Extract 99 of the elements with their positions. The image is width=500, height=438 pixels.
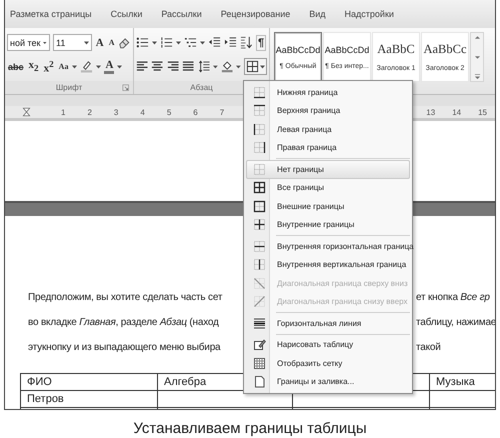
- ribbon-tab[interactable]: Рассылки: [161, 9, 202, 19]
- left-border-icon: [253, 122, 266, 136]
- ruler-number: 7: [220, 108, 224, 116]
- horizontal-line-icon: [253, 316, 266, 330]
- multilevel-list-icon[interactable]: [184, 36, 197, 49]
- menu-item[interactable]: Горизонтальная линия: [246, 314, 410, 332]
- dropdown-caret-icon[interactable]: [43, 40, 47, 44]
- paragraph-text: Предположим, вы хотите сделать часть сет: [28, 291, 224, 305]
- menu-item[interactable]: Внешние границы: [246, 197, 410, 216]
- table-header-cell: Музыка: [430, 374, 495, 390]
- dropdown-caret-icon[interactable]: [84, 40, 89, 44]
- more-styles-icon[interactable]: [472, 72, 482, 81]
- right-border-icon: [253, 141, 266, 154]
- align-right-icon[interactable]: [166, 60, 180, 73]
- subscript-button[interactable]: x$_{2}$: [28, 58, 40, 76]
- ruler-number: 3: [114, 108, 118, 116]
- no-border-icon: [253, 162, 266, 176]
- decrease-indent-icon[interactable]: [208, 36, 221, 49]
- ruler-number: 2: [87, 108, 92, 116]
- ruler-number: 13: [426, 108, 436, 116]
- paragraph-text: такой: [416, 341, 441, 355]
- dropdown-caret-icon[interactable]: [117, 64, 122, 68]
- increase-indent-icon[interactable]: [224, 36, 237, 49]
- bottom-border-icon: [253, 86, 266, 99]
- inside-horizontal-border-icon: [253, 240, 266, 253]
- change-case-button[interactable]: Aa: [58, 60, 70, 74]
- menu-item[interactable]: Левая граница: [246, 120, 410, 138]
- menu-item[interactable]: Внутренние границы: [246, 216, 410, 234]
- top-border-icon: [253, 104, 266, 118]
- menu-item[interactable]: Все границы: [246, 178, 410, 197]
- superscript-button[interactable]: x$^{2}$: [42, 57, 55, 76]
- style-sample: AaBbCcDd: [276, 44, 320, 54]
- dropdown-caret-icon[interactable]: [260, 64, 265, 68]
- inside-borders-icon: [253, 218, 266, 232]
- group-label: Абзац: [190, 83, 213, 92]
- show-formatting-button[interactable]: ¶: [256, 34, 266, 50]
- figure-caption: Устанавливаем границы таблицы: [132, 420, 368, 437]
- paragraph-text: ет кнопка Все гр: [416, 291, 490, 305]
- dropdown-caret-icon[interactable]: [72, 64, 78, 68]
- borders-icon: [246, 60, 259, 73]
- table-cell: Петров: [20, 390, 158, 408]
- dropdown-caret-icon[interactable]: [176, 40, 181, 44]
- ruler-number: 14: [452, 108, 462, 116]
- table-header-cell: ФИО: [20, 374, 158, 390]
- sort-icon[interactable]: [240, 36, 253, 49]
- ribbon-tab[interactable]: Ссылки: [110, 9, 142, 19]
- menu-item[interactable]: Верхняя граница: [246, 102, 410, 120]
- dropdown-caret-icon[interactable]: [96, 64, 102, 68]
- menu-item[interactable]: Правая граница: [246, 138, 410, 157]
- indent-marker-icon[interactable]: [22, 107, 31, 117]
- line-spacing-icon[interactable]: [198, 60, 210, 73]
- ruler-number: 6: [193, 108, 198, 116]
- dialog-launcher-icon[interactable]: [122, 84, 130, 92]
- menu-item[interactable]: Нижняя граница: [246, 83, 410, 102]
- grow-font-button[interactable]: A: [94, 36, 105, 50]
- menu-item[interactable]: Нарисовать таблицу: [246, 336, 410, 354]
- align-left-icon[interactable]: [136, 60, 148, 73]
- dropdown-caret-icon[interactable]: [236, 64, 241, 68]
- all-borders-icon: [253, 181, 266, 194]
- menu-item[interactable]: Внутренняя вертикальная граница: [246, 256, 410, 274]
- shading-icon[interactable]: [220, 60, 234, 73]
- paragraph-text: этукнопку и из выпадающего меню выбира: [28, 341, 222, 355]
- ribbon-tab[interactable]: Рецензирование: [220, 9, 290, 19]
- paragraph-text: во вкладке Главная, разделе Абзац (наход: [28, 316, 220, 330]
- borders-button[interactable]: [244, 58, 267, 75]
- menu-item[interactable]: Нет границы: [246, 160, 410, 178]
- strikethrough-button[interactable]: abc: [7, 60, 25, 74]
- font-size-field[interactable]: 11: [53, 34, 92, 51]
- style-sample: AaBbC: [377, 42, 415, 57]
- font-name-field[interactable]: ной тек: [7, 34, 50, 51]
- group-label: Шрифт: [56, 83, 82, 92]
- ruler-number: 15: [478, 108, 487, 116]
- ribbon-tab[interactable]: Надстройки: [344, 9, 394, 19]
- align-center-icon[interactable]: [151, 60, 164, 73]
- justify-icon[interactable]: [182, 60, 195, 73]
- shrink-font-button[interactable]: A: [108, 36, 116, 50]
- ruler-number: 5: [166, 108, 172, 116]
- grid-icon: [253, 356, 266, 370]
- inside-vertical-border-icon: [253, 258, 266, 272]
- highlighter-icon[interactable]: [80, 60, 94, 73]
- pencil-table-icon: [253, 338, 266, 352]
- ribbon-tab[interactable]: Разметка страницы: [10, 9, 92, 19]
- ruler-number: 4: [140, 108, 145, 116]
- dropdown-caret-icon[interactable]: [152, 40, 157, 44]
- numbered-list-icon[interactable]: [160, 36, 173, 49]
- font-color-button[interactable]: A: [104, 60, 114, 74]
- dropdown-caret-icon[interactable]: [200, 40, 205, 44]
- eraser-icon[interactable]: [118, 36, 131, 49]
- diagonal-up-border-icon: [253, 295, 266, 308]
- dropdown-caret-icon[interactable]: [213, 64, 218, 68]
- ribbon-tab[interactable]: Вид: [309, 9, 326, 19]
- bullet-list-icon[interactable]: [136, 36, 149, 49]
- style-sample: AaBbCc: [423, 42, 467, 57]
- outside-borders-icon: [253, 200, 266, 213]
- diagonal-down-border-icon: [253, 276, 266, 290]
- style-sample: AaBbCcDd: [324, 44, 370, 54]
- page-icon: [253, 375, 266, 388]
- menu-item[interactable]: Отобразить сетку: [246, 354, 410, 372]
- ruler-number: 1: [61, 108, 66, 116]
